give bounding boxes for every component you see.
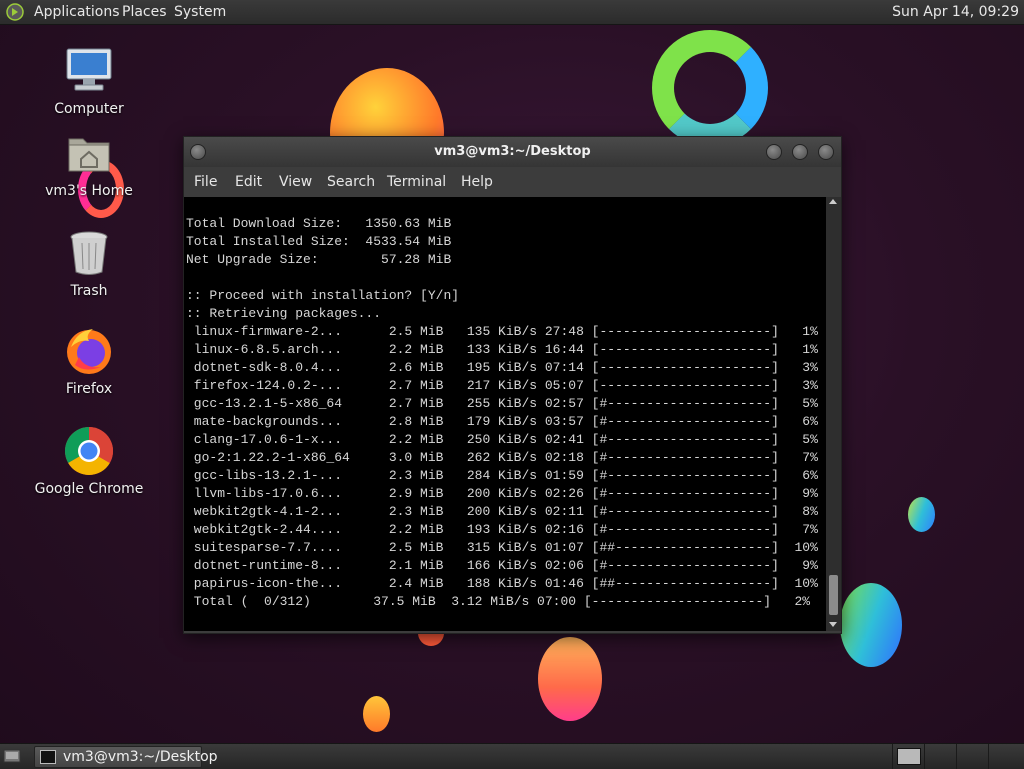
clock[interactable]: Sun Apr 14, 09:29 [892,4,1019,20]
desktop-icon-label: Firefox [65,381,113,397]
terminal-icon [40,750,56,764]
home-folder-icon [63,127,115,179]
desktop-icon-computer[interactable]: Computer [34,45,144,117]
desktop-icon-chrome[interactable]: Google Chrome [34,425,144,497]
mate-logo-icon[interactable] [6,3,24,21]
desktop-icon-firefox[interactable]: Firefox [34,325,144,397]
window-menu-icon[interactable] [190,144,206,160]
terminal-scrollbar[interactable] [826,197,841,631]
firefox-icon [63,325,115,377]
desktop-icon-trash[interactable]: Trash [34,227,144,299]
menu-places[interactable]: Places [122,4,167,20]
menu-file[interactable]: File [194,174,217,190]
menu-help[interactable]: Help [461,174,493,190]
workspace-4[interactable] [988,744,1020,769]
taskbar-terminal-button[interactable]: vm3@vm3:~/Desktop [34,746,218,768]
scrollbar-thumb[interactable] [829,575,838,615]
desktop-icon-label: Google Chrome [34,481,144,497]
desktop-icon-label: Computer [54,101,124,117]
wallpaper-small-teal-blob [908,497,935,532]
workspace-3[interactable] [956,744,988,769]
trash-icon [63,227,115,279]
wallpaper-tiny-blob [363,696,390,732]
menu-terminal[interactable]: Terminal [387,174,446,190]
computer-icon [63,45,115,97]
workspace-1-window-preview [897,748,921,765]
workspace-2[interactable] [924,744,956,769]
menu-edit[interactable]: Edit [235,174,262,190]
wallpaper-green-blue-blob [840,583,902,667]
menu-system[interactable]: System [174,4,226,20]
scroll-down-arrow-icon[interactable] [829,622,837,627]
menu-view[interactable]: View [279,174,312,190]
bottom-panel: vm3@vm3:~/Desktop [0,743,1024,769]
top-panel: Applications Places System Sun Apr 14, 0… [0,0,1024,25]
terminal-menubar: File Edit View Search Terminal Help [184,167,841,197]
window-titlebar[interactable]: vm3@vm3:~/Desktop [184,137,841,167]
terminal-output[interactable]: Total Download Size: 1350.63 MiB Total I… [184,197,826,631]
wallpaper-peach-blob [538,637,602,721]
close-button[interactable] [818,144,834,160]
window-title: vm3@vm3:~/Desktop [434,144,591,159]
taskbar-label: vm3@vm3:~/Desktop [63,749,218,765]
terminal-window: vm3@vm3:~/Desktop File Edit View Search … [183,136,842,634]
chrome-icon [63,425,115,477]
scroll-up-arrow-icon[interactable] [829,199,837,204]
show-desktop-icon[interactable] [3,748,21,764]
minimize-button[interactable] [766,144,782,160]
terminal-text: Total Download Size: 1350.63 MiB Total I… [186,216,818,609]
menu-search[interactable]: Search [327,174,375,190]
desktop-icon-label: vm3's Home [45,183,133,199]
maximize-button[interactable] [792,144,808,160]
desktop-icon-label: Trash [70,283,108,299]
desktop-icon-home[interactable]: vm3's Home [34,127,144,199]
menu-applications[interactable]: Applications [34,4,120,20]
wallpaper-ring [652,30,768,146]
